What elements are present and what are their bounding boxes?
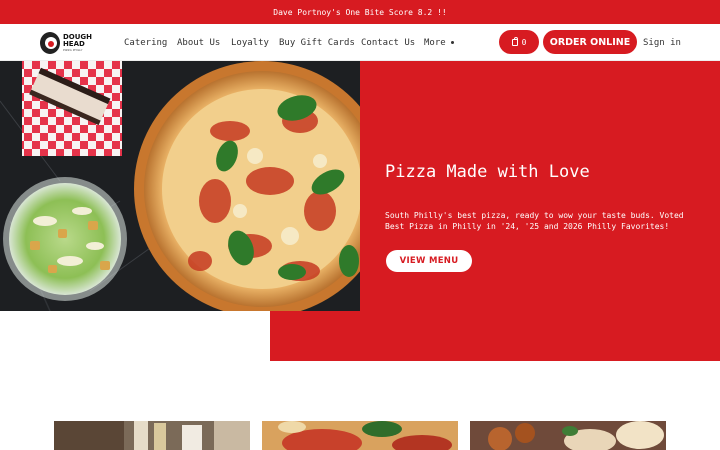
hero-subtitle: South Philly's best pizza, ready to wow … [385,211,684,231]
shopping-bag-icon [511,36,518,46]
cart-count: 0 [521,37,527,47]
hero-food-image [0,61,360,311]
nav-item-loyalty[interactable]: Loyalty [231,24,269,61]
order-online-button[interactable]: ORDER ONLINE [543,30,637,54]
gallery-image-1 [54,421,250,450]
gallery-card-2[interactable] [262,421,458,450]
logo-wordmark: DOUGH HEAD PIZZA PHILLY [62,34,92,53]
gallery-image-2 [262,421,458,450]
gallery-card-3[interactable] [470,421,666,450]
nav-item-about-us[interactable]: About Us [177,24,220,61]
nav-item-buy-gift-cards[interactable]: Buy Gift Cards [279,24,355,61]
logo-mascot-icon [40,32,60,54]
nav-item-catering[interactable]: Catering [124,24,167,61]
gallery-card-1[interactable] [54,421,250,450]
nav-item-contact-us[interactable]: Contact Us [361,24,415,61]
sign-in-link[interactable]: Sign in [643,24,681,61]
announcement-text: Dave Portnoy's One Bite Score 8.2 !! [273,7,447,17]
announcement-bar: Dave Portnoy's One Bite Score 8.2 !! [0,0,720,24]
logo-line-2: HEAD [62,40,85,48]
view-menu-button[interactable]: VIEW MENU [386,250,472,272]
logo-tagline: PIZZA PHILLY [62,48,83,52]
cart-button[interactable]: 0 [499,30,539,54]
brand-logo[interactable]: DOUGH HEAD PIZZA PHILLY [40,30,92,56]
nav-item-more[interactable]: More [424,24,454,61]
more-dropdown-icon [450,41,454,44]
hero-title: Pizza Made with Love [385,162,590,182]
top-nav: DOUGH HEAD PIZZA PHILLY Catering About U… [0,24,720,61]
hero-food-illustration [0,61,360,311]
gallery-image-3 [470,421,666,450]
